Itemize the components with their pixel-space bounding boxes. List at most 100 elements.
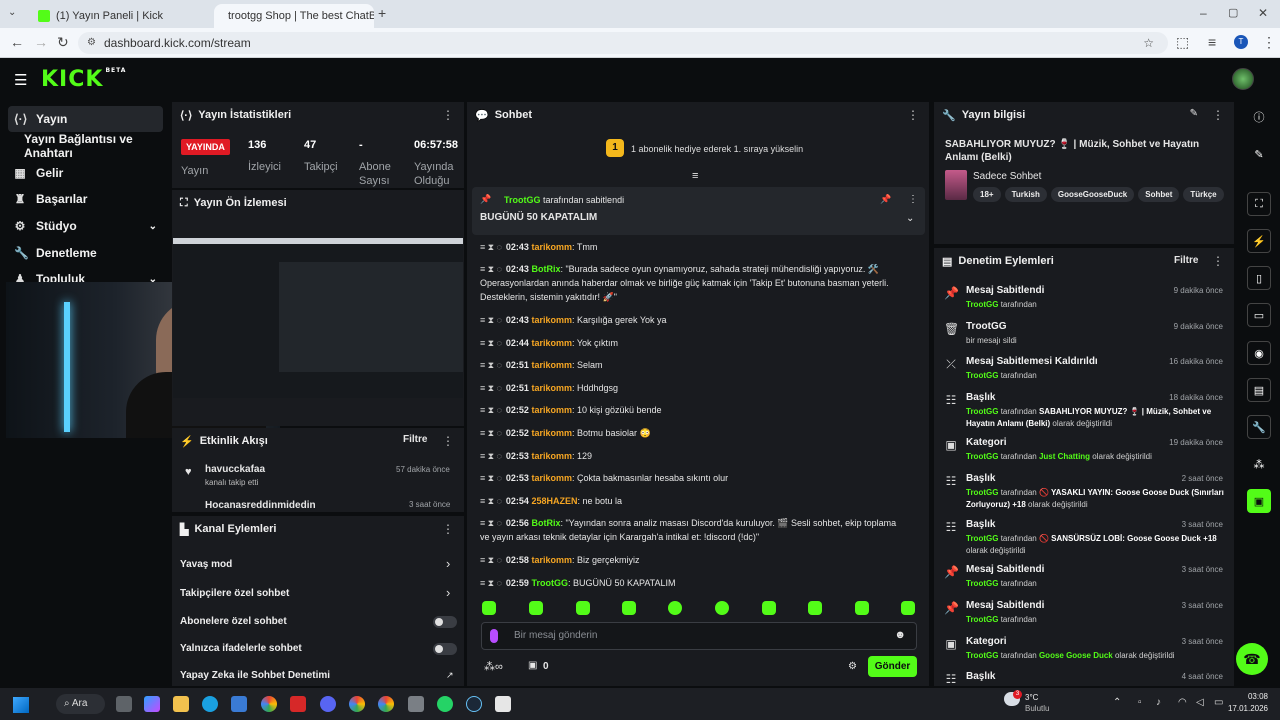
discord-icon[interactable] — [320, 696, 336, 712]
l-app-icon[interactable] — [290, 696, 306, 712]
chrome-icon[interactable] — [349, 696, 365, 712]
mod-action-user[interactable]: TrootGG — [966, 651, 998, 660]
kebab-menu-icon[interactable]: ⋮ — [442, 434, 454, 448]
message-username[interactable]: tarikomm — [531, 360, 572, 370]
chat-message[interactable]: ≡ ⧗ ◌ 02:56 BotRix: "Yayından sonra anali… — [480, 516, 900, 544]
reading-list-icon[interactable]: ≡ — [1208, 35, 1216, 49]
mod-action-user[interactable]: TrootGG — [966, 371, 998, 380]
url-input[interactable]: ⚙ dashboard.kick.com/stream ☆ — [78, 32, 1168, 54]
message-badges-icon[interactable]: ≡ ⧗ ◌ — [480, 518, 502, 528]
message-username[interactable]: tarikomm — [531, 383, 572, 393]
emoji-picker-icon[interactable]: ☻ — [894, 629, 906, 641]
copilot-icon[interactable] — [144, 696, 160, 712]
store-app-icon[interactable] — [231, 696, 247, 712]
chevron-down-icon[interactable]: ⌄ — [906, 213, 914, 224]
layout-icon[interactable]: ▤ — [1247, 378, 1271, 402]
message-badges-icon[interactable]: ≡ ⧗ ◌ — [480, 451, 502, 461]
activity-filter-button[interactable]: Filtre — [403, 434, 427, 445]
mod-action-user[interactable]: TrootGG — [966, 452, 998, 461]
chat-message[interactable]: ≡ ⧗ ◌ 02:54 258HAZEN: ne botu la — [480, 494, 900, 508]
tag-chip[interactable]: 18+ — [973, 187, 1001, 202]
kebab-menu-icon[interactable]: ⋮ — [442, 522, 454, 536]
microphone-icon[interactable]: ♪ — [1156, 697, 1161, 708]
chat-message[interactable]: ≡ ⧗ ◌ 02:59 TrootGG: BUGÜNÜ 50 KAPATALIM — [480, 576, 900, 590]
message-badges-icon[interactable]: ≡ ⧗ ◌ — [480, 242, 502, 252]
chat-message[interactable]: ≡ ⧗ ◌ 02:51 tarikomm: Hddhdgsg — [480, 381, 900, 395]
chat-settings-icon[interactable]: ⚙ — [848, 661, 857, 672]
message-badges-icon[interactable]: ≡ ⧗ ◌ — [480, 473, 502, 483]
info-icon[interactable]: ⓘ — [1247, 105, 1271, 129]
weather-temp[interactable]: 3°C — [1025, 693, 1038, 702]
new-tab-button[interactable]: + — [378, 6, 386, 20]
message-username[interactable]: tarikomm — [531, 315, 572, 325]
message-username[interactable]: 258HAZEN — [531, 496, 577, 506]
broadcast-icon[interactable]: ◉ — [1247, 341, 1271, 365]
tag-chip[interactable]: Türkçe — [1183, 187, 1224, 202]
tab-dashboard[interactable]: (1) Yayın Paneli | Kick — [30, 4, 210, 28]
maximize-icon[interactable]: ▢ — [1228, 6, 1238, 20]
send-button[interactable]: Gönder — [868, 656, 917, 677]
kebab-menu-icon[interactable]: ⋮ — [907, 108, 919, 122]
nav-item-stream-key[interactable]: Yayın Bağlantısı ve Anahtarı — [18, 132, 168, 160]
mod-action-user[interactable]: TrootGG — [966, 615, 998, 624]
chat-message[interactable]: ≡ ⧗ ◌ 02:53 tarikomm: 129 — [480, 449, 900, 463]
mod-action-user[interactable]: TrootGG — [966, 488, 998, 497]
help-chat-icon[interactable]: ☎ — [1236, 643, 1268, 675]
external-link-icon[interactable]: ↗ — [446, 670, 454, 681]
chrome-icon[interactable] — [378, 696, 394, 712]
points-icon[interactable]: ⁂∞ — [484, 660, 503, 673]
emote-icon[interactable] — [855, 601, 869, 615]
nav-item-denetleme[interactable]: 🔧 Denetleme — [8, 240, 163, 266]
message-badges-icon[interactable]: ≡ ⧗ ◌ — [480, 360, 502, 370]
message-username[interactable]: BotRix — [531, 264, 560, 274]
preview-video[interactable] — [173, 238, 463, 398]
volume-icon[interactable]: ◁ — [1196, 697, 1204, 708]
chat-message[interactable]: ≡ ⧗ ◌ 02:51 tarikomm: Selam — [480, 358, 900, 372]
chat-bubble-icon[interactable]: ▭ — [1247, 303, 1271, 327]
kick-logo[interactable]: KICK BETA — [41, 67, 126, 92]
kick-app-icon[interactable]: ▣ — [1247, 489, 1271, 513]
network-icon[interactable]: ◠ — [1178, 697, 1187, 708]
lightning-icon[interactable]: ⚡ — [1247, 229, 1271, 253]
tab-search-icon[interactable]: ⌄ — [8, 6, 16, 20]
emote-icon[interactable] — [808, 601, 822, 615]
reload-icon[interactable]: ↻ — [57, 35, 69, 49]
clipboard-icon[interactable]: ▯ — [1247, 266, 1271, 290]
nav-item-gelir[interactable]: ▦ Gelir — [8, 160, 163, 186]
message-badges-icon[interactable]: ≡ ⧗ ◌ — [480, 315, 502, 325]
kebab-menu-icon[interactable]: ⋮ — [442, 108, 454, 122]
activity-user[interactable]: Hocanasreddinmidedin — [205, 500, 316, 511]
back-icon[interactable]: ← — [10, 35, 24, 49]
subs-only-toggle[interactable] — [433, 616, 457, 628]
emote-icon[interactable] — [576, 601, 590, 615]
unpin-icon[interactable]: 📌 — [880, 194, 891, 205]
chevron-right-icon[interactable]: › — [446, 556, 450, 571]
chat-message[interactable]: ≡ ⧗ ◌ 02:43 tarikomm: Tmm — [480, 240, 900, 254]
bookmark-star-icon[interactable]: ☆ — [1143, 32, 1154, 54]
message-username[interactable]: BotRix — [531, 518, 560, 528]
extensions-icon[interactable]: ⬚ — [1176, 35, 1189, 49]
obs-icon[interactable] — [495, 696, 511, 712]
message-username[interactable]: tarikomm — [531, 555, 572, 565]
wrench-icon[interactable]: 🔧 — [1247, 415, 1271, 439]
message-username[interactable]: tarikomm — [531, 405, 572, 415]
chrome-icon[interactable] — [261, 696, 277, 712]
edit-pencil-icon[interactable]: ✎ — [1247, 142, 1271, 166]
message-badges-icon[interactable]: ≡ ⧗ ◌ — [480, 405, 502, 415]
mod-action-user[interactable]: TrootGG — [966, 300, 998, 309]
tag-chip[interactable]: Turkish — [1004, 187, 1047, 202]
hamburger-menu-icon[interactable]: ☰ — [14, 71, 27, 89]
message-badges-icon[interactable]: ≡ ⧗ ◌ — [480, 428, 502, 438]
nav-item-basarilar[interactable]: ♜ Başarılar — [8, 186, 163, 212]
emote-icon[interactable] — [668, 601, 682, 615]
emote-icon[interactable] — [901, 601, 915, 615]
emote-icon[interactable] — [622, 601, 636, 615]
mod-action-user[interactable]: TrootGG — [966, 579, 998, 588]
kebab-menu-icon[interactable]: ⋮ — [1212, 108, 1224, 122]
message-badges-icon[interactable]: ≡ ⧗ ◌ — [480, 264, 502, 274]
edge-icon[interactable] — [202, 696, 218, 712]
chat-message[interactable]: ≡ ⧗ ◌ 02:52 tarikomm: 10 kişi gözükü bend… — [480, 403, 900, 417]
collapse-icon[interactable]: ≡ — [692, 170, 698, 182]
chevron-right-icon[interactable]: › — [446, 585, 450, 600]
nav-item-yayin[interactable]: ⟨·⟩ Yayın — [8, 106, 163, 132]
